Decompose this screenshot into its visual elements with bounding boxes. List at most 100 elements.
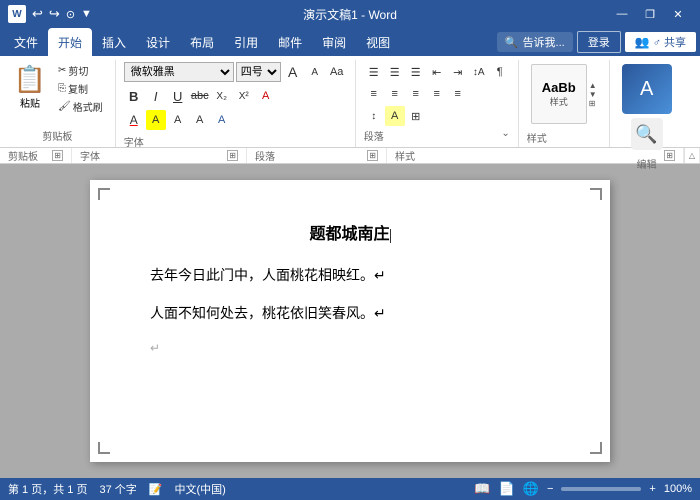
style-label: 样式	[527, 128, 601, 145]
bold-btn[interactable]: B	[124, 86, 144, 106]
zoom-slider[interactable]	[561, 487, 641, 491]
expand-font-btn[interactable]: A	[190, 110, 210, 130]
word-logo: W	[8, 5, 26, 23]
font-label: 字体	[124, 132, 347, 149]
ribbon-collapse-icon: △	[689, 151, 695, 160]
corner-bl	[98, 442, 110, 454]
font-row1: 微软雅黑 四号 A A Aa	[124, 62, 347, 82]
italic-btn[interactable]: I	[146, 86, 166, 106]
justify-btn[interactable]: ≡	[427, 84, 447, 104]
format-painter-button[interactable]: 🖌 格式刷	[54, 98, 107, 115]
paste-button[interactable]: 📋 粘贴	[8, 62, 52, 112]
corner-tl	[98, 188, 110, 200]
search-box[interactable]: 🔍 告诉我...	[497, 32, 573, 52]
undo-btn[interactable]: ↩	[32, 6, 43, 22]
document-para-1: 去年今日此门中，人面桃花相映红。↵	[150, 264, 550, 286]
text-color-btn[interactable]: A	[124, 110, 144, 130]
menu-layout[interactable]: 布局	[180, 28, 224, 56]
copy-button[interactable]: ⎘ 复制	[54, 80, 107, 97]
font-row3: A A A A A	[124, 110, 347, 130]
document-page[interactable]: 题都城南庄 去年今日此门中，人面桃花相映红。↵ 人面不知何处去，桃花依旧笑春风。…	[90, 180, 610, 462]
underline-btn[interactable]: U	[168, 86, 188, 106]
multilevel-list-btn[interactable]: ☰	[406, 62, 426, 82]
menu-file[interactable]: 文件	[4, 28, 48, 56]
menu-view[interactable]: 视图	[356, 28, 400, 56]
para-expand-row-icon[interactable]: ⊞	[367, 150, 378, 161]
autosave-btn[interactable]: ⊙	[66, 8, 75, 21]
align-left-btn[interactable]: ≡	[364, 84, 384, 104]
clear-format-btn[interactable]: A	[256, 86, 276, 106]
cut-button[interactable]: ✂ 剪切	[54, 62, 107, 79]
menu-home[interactable]: 开始	[48, 28, 92, 56]
strikethrough-btn[interactable]: abc	[190, 86, 210, 106]
para-row1: ☰ ☰ ☰ ⇤ ⇥ ↕A ¶	[364, 62, 510, 82]
menu-references[interactable]: 引用	[224, 28, 268, 56]
more-btn[interactable]: ▼	[81, 8, 92, 20]
close-btn[interactable]: ✕	[664, 0, 692, 28]
minimize-btn[interactable]: —	[608, 0, 636, 28]
clipboard-label-row: 剪贴板 ⊞	[0, 148, 72, 163]
corner-tr	[590, 188, 602, 200]
status-left: 第 1 页，共 1 页 37 个字 📝 中文(中国)	[8, 481, 226, 497]
menu-mailings[interactable]: 邮件	[268, 28, 312, 56]
title-bar: W ↩ ↪ ⊙ ▼ 演示文稿1 - Word — ❐ ✕	[0, 0, 700, 28]
style-scroll-up[interactable]: ▲	[589, 81, 597, 90]
share-label: ♂ 共享	[653, 34, 686, 50]
style-expand[interactable]: ⊞	[589, 99, 597, 108]
menu-insert[interactable]: 插入	[92, 28, 136, 56]
window-title: 演示文稿1 - Word	[303, 6, 397, 23]
title-bar-left: W ↩ ↪ ⊙ ▼	[8, 5, 92, 23]
highlight-btn[interactable]: A	[146, 110, 166, 130]
zoom-out-btn[interactable]: −	[547, 483, 553, 495]
font-color2-btn[interactable]: A	[212, 110, 232, 130]
redo-btn[interactable]: ↪	[49, 6, 60, 22]
font-name-select[interactable]: 微软雅黑	[124, 62, 234, 82]
line-spacing-btn[interactable]: ↕	[364, 106, 384, 126]
dist-btn[interactable]: ≡	[448, 84, 468, 104]
border-btn[interactable]: ⊞	[406, 106, 426, 126]
shrink-font-btn[interactable]: A	[305, 62, 325, 82]
document-para-2: 人面不知何处去，桃花依旧笑春风。↵	[150, 302, 550, 324]
view-print-btn[interactable]: 📄	[499, 481, 515, 497]
document-title: 题都城南庄	[150, 220, 550, 244]
sign-in-button[interactable]: 登录	[577, 31, 621, 53]
increase-indent-btn[interactable]: ⇥	[448, 62, 468, 82]
paragraph-expand-icon[interactable]: ⌄	[501, 128, 509, 143]
grow-font-btn[interactable]: A	[283, 62, 303, 82]
superscript-btn[interactable]: X²	[234, 86, 254, 106]
decrease-indent-btn[interactable]: ⇤	[427, 62, 447, 82]
zoom-in-btn[interactable]: +	[649, 483, 655, 495]
ribbon: 📋 粘贴 ✂ 剪切 ⎘ 复制 🖌 格式刷 剪贴板	[0, 56, 700, 148]
show-marks-btn[interactable]: ¶	[490, 62, 510, 82]
font-expand-row-icon[interactable]: ⊞	[227, 150, 238, 161]
font-shadow-btn[interactable]: A	[168, 110, 188, 130]
change-case-btn[interactable]: Aa	[327, 62, 347, 82]
shading-btn[interactable]: A	[385, 106, 405, 126]
sort-btn[interactable]: ↕A	[469, 62, 489, 82]
status-right: 📖 📄 🌐 − + 100%	[474, 481, 692, 497]
ribbon-collapse-btn[interactable]: △	[684, 148, 700, 163]
style-expand-row-icon[interactable]: ⊞	[664, 150, 675, 161]
view-read-btn[interactable]: 📖	[474, 481, 490, 497]
menu-design[interactable]: 设计	[136, 28, 180, 56]
menu-review[interactable]: 审阅	[312, 28, 356, 56]
paste-label: 粘贴	[20, 95, 40, 110]
clipboard-small-btns: ✂ 剪切 ⎘ 复制 🖌 格式刷	[54, 62, 107, 115]
align-right-btn[interactable]: ≡	[406, 84, 426, 104]
bullet-list-btn[interactable]: ☰	[364, 62, 384, 82]
font-size-select[interactable]: 四号	[236, 62, 281, 82]
share-button[interactable]: 👥 ♂ 共享	[625, 32, 696, 52]
corner-br	[590, 442, 602, 454]
style-normal-btn[interactable]: AaBb 样式	[531, 64, 587, 124]
format-painter-icon: 🖌	[58, 101, 71, 112]
style-scroll-down[interactable]: ▼	[589, 90, 597, 99]
search-btn[interactable]: 🔍	[631, 118, 663, 150]
view-web-btn[interactable]: 🌐	[523, 481, 539, 497]
numbered-list-btn[interactable]: ☰	[385, 62, 405, 82]
clipboard-expand-icon[interactable]: ⊞	[52, 150, 63, 161]
align-center-btn[interactable]: ≡	[385, 84, 405, 104]
subscript-btn[interactable]: X₂	[212, 86, 232, 106]
maximize-btn[interactable]: ❐	[636, 0, 664, 28]
status-bar: 第 1 页，共 1 页 37 个字 📝 中文(中国) 📖 📄 🌐 − + 100…	[0, 478, 700, 500]
style-apply-big[interactable]: A	[622, 64, 672, 114]
